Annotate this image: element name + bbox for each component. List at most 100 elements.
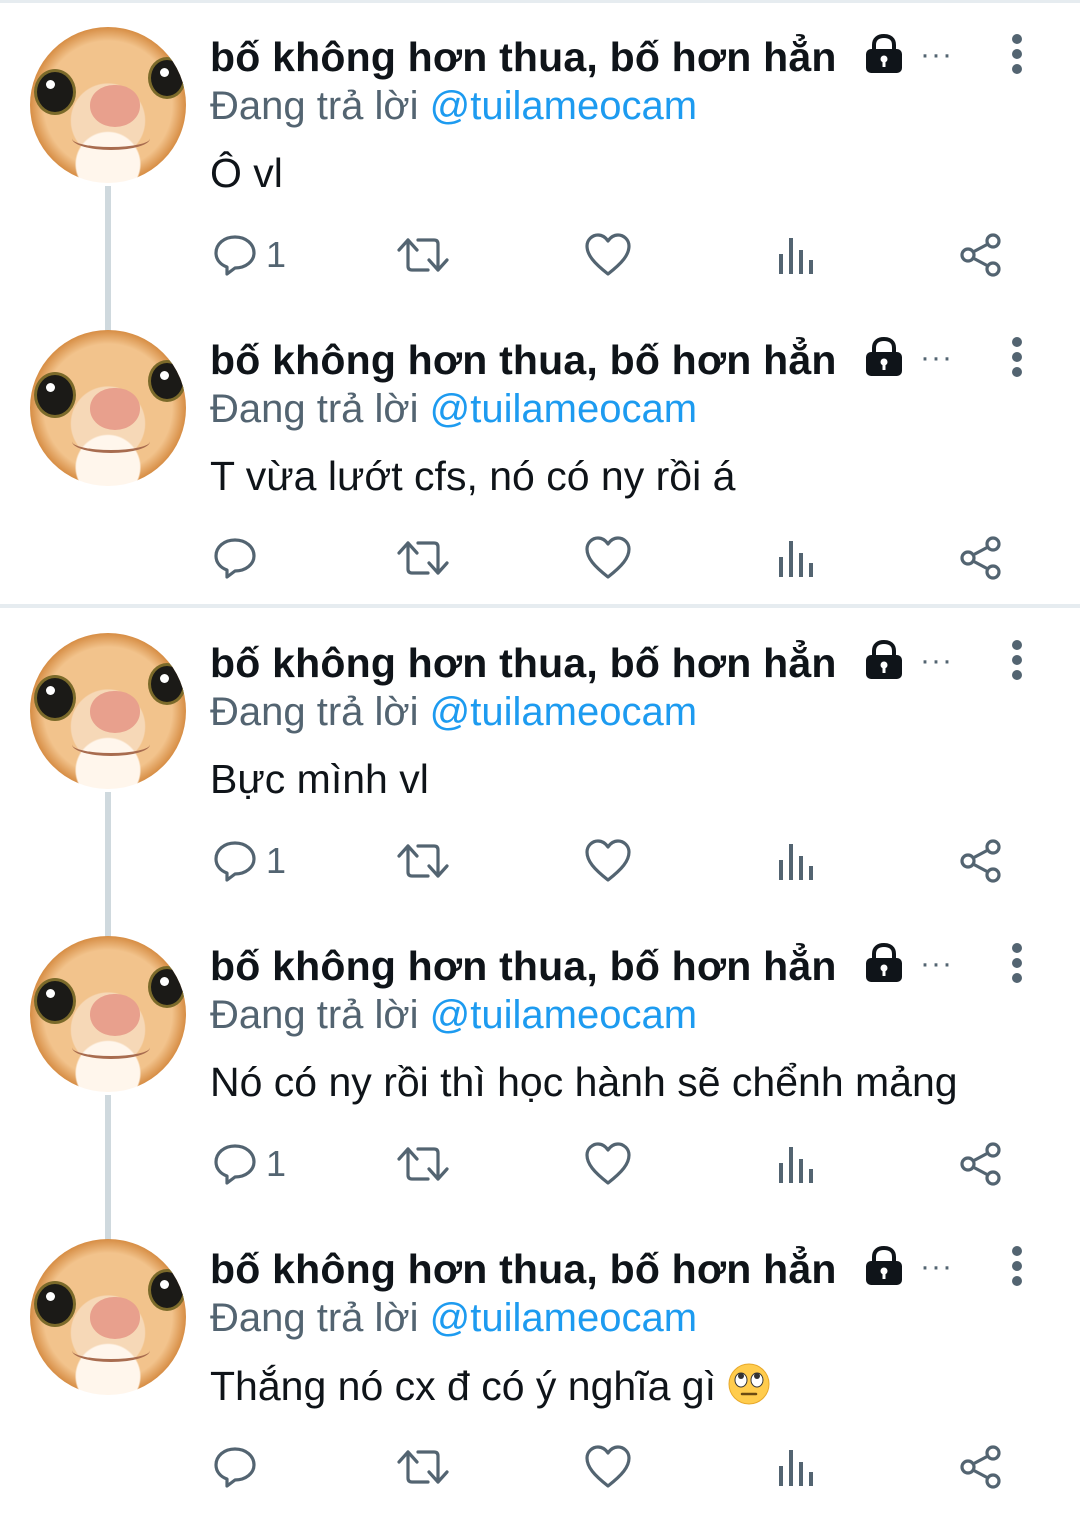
reply-button[interactable]: 1 (212, 230, 286, 280)
tweet-actions: 1 (0, 212, 1080, 302)
retweet-icon (396, 1141, 450, 1187)
heart-icon (584, 1141, 632, 1187)
retweet-button[interactable] (396, 533, 450, 583)
face-with-rolling-eyes-emoji (727, 1363, 771, 1409)
retweet-button[interactable] (396, 1139, 450, 1189)
share-button[interactable] (958, 533, 1004, 583)
reply-bubble-icon (212, 838, 258, 884)
lock-icon (862, 336, 906, 377)
heart-icon (584, 838, 632, 884)
avatar[interactable] (30, 27, 186, 183)
lock-icon (862, 639, 906, 680)
heart-icon (584, 232, 632, 278)
reply-count: 1 (266, 234, 287, 275)
tweet-actions: 1 (0, 818, 1080, 908)
reply-prefix: Đang trả lời (210, 690, 419, 734)
more-dots-icon: ··· (920, 341, 953, 374)
reply-context: Đang trả lời @tuilameocam (210, 993, 697, 1038)
reply-bubble-icon (212, 1444, 258, 1490)
reply-context: Đang trả lời @tuilameocam (210, 690, 697, 735)
reply-handle-link[interactable]: @tuilameocam (430, 690, 697, 734)
share-icon (958, 1444, 1004, 1490)
tweet[interactable]: bố không hơn thua, bố hơn hẳn ··· Đang t… (0, 606, 1080, 909)
display-name[interactable]: bố không hơn thua, bố hơn hẳn (210, 34, 837, 81)
share-button[interactable] (958, 1139, 1004, 1189)
reply-prefix: Đang trả lời (210, 84, 419, 128)
views-bar-icon (776, 1444, 816, 1490)
share-icon (958, 1141, 1004, 1187)
views-bar-icon (776, 1141, 816, 1187)
views-button[interactable] (776, 836, 816, 886)
avatar[interactable] (30, 330, 186, 486)
kebab-menu-icon[interactable] (1008, 34, 1026, 74)
display-name[interactable]: bố không hơn thua, bố hơn hẳn (210, 943, 837, 990)
tweet[interactable]: bố không hơn thua, bố hơn hẳn ··· Đang t… (0, 303, 1080, 606)
like-button[interactable] (584, 836, 632, 886)
retweet-icon (396, 838, 450, 884)
like-button[interactable] (584, 533, 632, 583)
views-button[interactable] (776, 533, 816, 583)
lock-icon (862, 1245, 906, 1286)
kebab-menu-icon[interactable] (1008, 1246, 1026, 1286)
reply-handle-link[interactable]: @tuilameocam (430, 387, 697, 431)
tweet[interactable]: bố không hơn thua, bố hơn hẳn ··· Đang t… (0, 0, 1080, 303)
reply-count: 1 (266, 1143, 287, 1184)
display-name[interactable]: bố không hơn thua, bố hơn hẳn (210, 337, 837, 384)
avatar[interactable] (30, 1239, 186, 1395)
reply-button[interactable]: 1 (212, 836, 286, 886)
heart-icon (584, 1444, 632, 1490)
reply-bubble-icon (212, 1141, 258, 1187)
reply-context: Đang trả lời @tuilameocam (210, 1296, 697, 1341)
reply-handle-link[interactable]: @tuilameocam (430, 993, 697, 1037)
views-bar-icon (776, 232, 816, 278)
retweet-button[interactable] (396, 836, 450, 886)
more-dots-icon: ··· (920, 38, 953, 71)
display-name[interactable]: bố không hơn thua, bố hơn hẳn (210, 640, 837, 687)
reply-handle-link[interactable]: @tuilameocam (430, 1296, 697, 1340)
avatar[interactable] (30, 633, 186, 789)
reply-context: Đang trả lời @tuilameocam (210, 387, 697, 432)
views-button[interactable] (776, 230, 816, 280)
like-button[interactable] (584, 1442, 632, 1492)
tweet-actions: 1 (0, 1121, 1080, 1211)
tweet-text: Nó có ny rồi thì học hành sẽ chểnh mảng (210, 1059, 958, 1105)
heart-icon (584, 535, 632, 581)
kebab-menu-icon[interactable] (1008, 943, 1026, 983)
share-button[interactable] (958, 230, 1004, 280)
views-button[interactable] (776, 1139, 816, 1189)
avatar[interactable] (30, 936, 186, 1092)
retweet-icon (396, 535, 450, 581)
tweet[interactable]: bố không hơn thua, bố hơn hẳn ··· Đang t… (0, 909, 1080, 1212)
views-button[interactable] (776, 1442, 816, 1492)
share-button[interactable] (958, 1442, 1004, 1492)
views-bar-icon (776, 838, 816, 884)
reply-context: Đang trả lời @tuilameocam (210, 84, 697, 129)
tweet-actions (0, 1424, 1080, 1514)
reply-button[interactable]: 1 (212, 1139, 286, 1189)
reply-prefix: Đang trả lời (210, 1296, 419, 1340)
tweet[interactable]: bố không hơn thua, bố hơn hẳn ··· Đang t… (0, 1212, 1080, 1515)
lock-icon (862, 33, 906, 74)
kebab-menu-icon[interactable] (1008, 337, 1026, 377)
reply-count: 1 (266, 840, 287, 881)
more-dots-icon: ··· (920, 644, 953, 677)
retweet-button[interactable] (396, 230, 450, 280)
share-icon (958, 838, 1004, 884)
reply-handle-link[interactable]: @tuilameocam (430, 84, 697, 128)
reply-prefix: Đang trả lời (210, 387, 419, 431)
kebab-menu-icon[interactable] (1008, 640, 1026, 680)
tweet-text: Ô vl (210, 150, 283, 196)
more-dots-icon: ··· (920, 947, 953, 980)
like-button[interactable] (584, 230, 632, 280)
like-button[interactable] (584, 1139, 632, 1189)
reply-prefix: Đang trả lời (210, 993, 419, 1037)
retweet-button[interactable] (396, 1442, 450, 1492)
tweet-text: T vừa lướt cfs, nó có ny rồi á (210, 453, 736, 499)
reply-button[interactable] (212, 533, 266, 583)
display-name[interactable]: bố không hơn thua, bố hơn hẳn (210, 1246, 837, 1293)
reply-bubble-icon (212, 232, 258, 278)
tweet-text: Bực mình vl (210, 756, 429, 802)
share-button[interactable] (958, 836, 1004, 886)
reply-button[interactable] (212, 1442, 266, 1492)
views-bar-icon (776, 535, 816, 581)
